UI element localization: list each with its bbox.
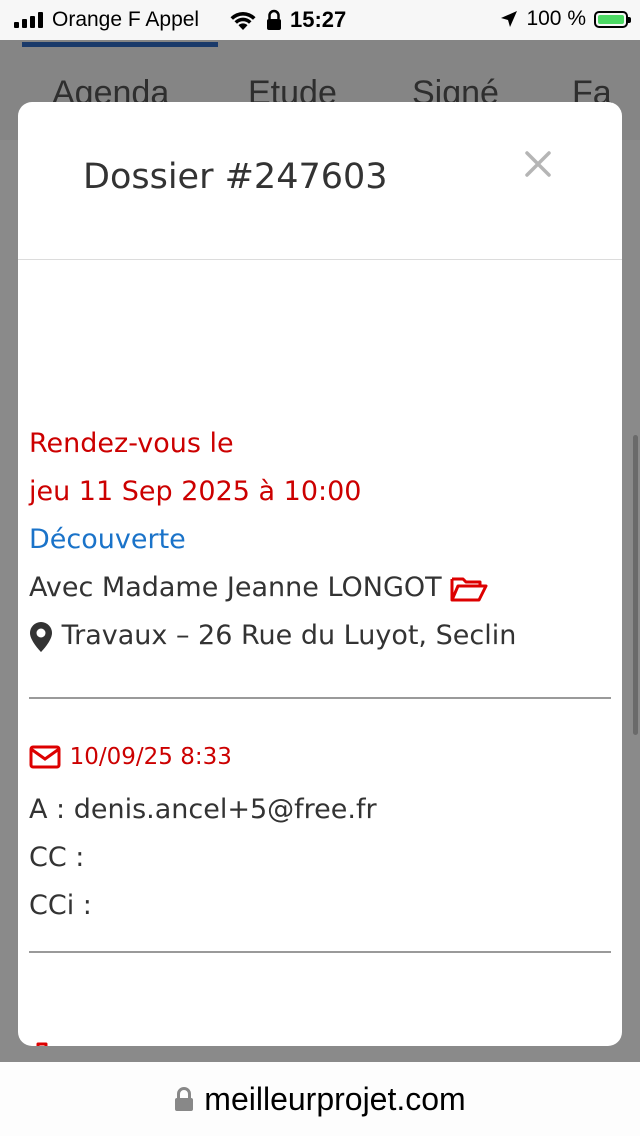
- appointment-type: Découverte: [29, 524, 186, 555]
- status-right: 100 %: [500, 7, 631, 31]
- battery-percent: 100 %: [526, 7, 586, 30]
- carrier-name: Orange F Appel: [52, 8, 200, 31]
- clock-time: 15:27: [290, 7, 347, 32]
- wifi-icon: [230, 11, 256, 30]
- modal-header: Dossier #247603: [18, 102, 622, 260]
- email-header-row: 10/09/25 8:33: [29, 740, 232, 771]
- url-bar[interactable]: meilleurprojet.com: [0, 1062, 640, 1136]
- status-center: 15:27: [228, 7, 346, 33]
- appointment-contact-row: Avec Madame Jeanne LONGOT: [29, 572, 488, 603]
- active-tab-indicator: [22, 42, 218, 47]
- signal-icon: [14, 12, 43, 28]
- lock-icon: [267, 9, 281, 30]
- scrollbar[interactable]: [633, 435, 638, 735]
- status-left: Orange F Appel: [14, 8, 220, 32]
- contact-name: Avec Madame Jeanne LONGOT: [29, 572, 442, 603]
- close-icon: [525, 151, 551, 177]
- delete-button[interactable]: [29, 1040, 55, 1046]
- email-cci: CCi :: [29, 890, 92, 921]
- envelope-icon: [29, 745, 61, 768]
- email-to: A : denis.ancel+5@free.fr: [29, 794, 377, 825]
- modal-title: Dossier #247603: [83, 157, 388, 197]
- appointment-address: Travaux – 26 Rue du Luyot, Seclin: [61, 620, 517, 651]
- email-cc: CC :: [29, 842, 85, 873]
- divider: [29, 951, 611, 953]
- map-marker-icon: [30, 621, 52, 652]
- divider: [29, 697, 611, 699]
- close-button[interactable]: [518, 142, 558, 186]
- folder-open-icon[interactable]: [450, 575, 488, 603]
- trash-icon: [30, 1042, 54, 1046]
- location-arrow-icon: [501, 11, 518, 27]
- battery-charging-icon: [594, 10, 631, 28]
- appointment-heading: Rendez-vous le: [29, 428, 234, 459]
- appointment-datetime: jeu 11 Sep 2025 à 10:00: [29, 476, 362, 507]
- status-bar: Orange F Appel 15:27 100 %: [0, 0, 640, 40]
- dossier-modal: Dossier #247603 Rendez-vous le jeu 11 Se…: [18, 102, 622, 1046]
- appointment-address-row: Travaux – 26 Rue du Luyot, Seclin: [29, 620, 516, 653]
- email-sent-at: 10/09/25 8:33: [69, 744, 232, 770]
- lock-icon: [175, 1087, 194, 1111]
- url-domain: meilleurprojet.com: [204, 1080, 466, 1117]
